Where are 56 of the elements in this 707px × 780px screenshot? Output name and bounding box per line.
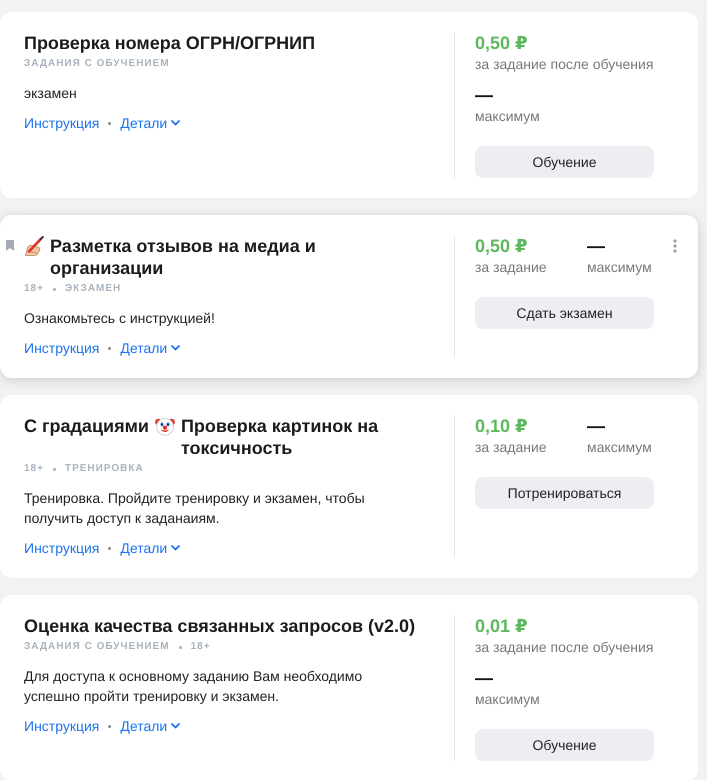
maximum-caption: максимум xyxy=(587,438,652,457)
task-tag: ЭКЗАМЕН xyxy=(64,282,122,296)
task-title: Оценка качества связанных запросов (v2.0) xyxy=(24,615,416,637)
price-value: 0,01 ₽ xyxy=(475,615,528,637)
separator-dot-icon xyxy=(178,646,182,648)
vertical-dots-icon xyxy=(673,239,677,253)
task-tag: 18+ xyxy=(24,282,44,296)
maximum-caption: максимум xyxy=(475,690,540,709)
separator-dot-icon xyxy=(108,724,112,728)
writing-hand-icon xyxy=(24,236,44,256)
maximum-value: — xyxy=(475,667,493,689)
price-caption: за задание после обучения xyxy=(475,638,654,657)
action-button[interactable]: Обучение xyxy=(475,146,654,178)
price-caption: за задание после обучения xyxy=(475,55,654,74)
action-button[interactable]: Обучение xyxy=(475,729,654,761)
maximum-value: — xyxy=(587,415,605,437)
price-caption: за задание xyxy=(475,438,547,457)
details-link[interactable]: Детали xyxy=(120,113,180,133)
task-description: Ознакомьтесь с инструкцией! xyxy=(24,309,216,328)
maximum-caption: максимум xyxy=(587,258,652,277)
bookmark-icon[interactable] xyxy=(6,240,14,251)
task-tag: 18+ xyxy=(190,640,211,654)
details-link[interactable]: Детали xyxy=(120,538,180,558)
task-tag: ЗАДАНИЯ С ОБУЧЕНИЕМ xyxy=(24,57,170,71)
instruction-link[interactable]: Инструкция xyxy=(24,538,100,558)
price-value: 0,10 ₽ xyxy=(475,415,528,437)
clown-face-icon xyxy=(154,416,175,436)
task-tag: 18+ xyxy=(24,462,44,476)
action-button[interactable]: Сдать экзамен xyxy=(475,297,654,329)
task-tag: ТРЕНИРОВКА xyxy=(64,462,144,476)
task-tag: ЗАДАНИЯ С ОБУЧЕНИЕМ xyxy=(24,640,170,654)
separator-dot-icon xyxy=(52,288,56,290)
task-description: Для доступа к основному заданию Вам необходимо успешно пройти тренировку и экзамен. xyxy=(24,667,364,706)
price-caption: за задание xyxy=(475,258,547,277)
task-title: Проверка номера ОГРН/ОГРНИП xyxy=(24,32,316,54)
task-description: экзамен xyxy=(24,84,78,103)
details-link[interactable]: Детали xyxy=(120,716,180,736)
instruction-link[interactable]: Инструкция xyxy=(24,338,100,358)
separator-dot-icon xyxy=(108,346,112,350)
action-button[interactable]: Потренироваться xyxy=(475,477,654,509)
maximum-value: — xyxy=(475,84,493,106)
more-menu-button[interactable] xyxy=(671,237,679,255)
price-value: 0,50 ₽ xyxy=(475,32,528,54)
price-value: 0,50 ₽ xyxy=(475,235,528,257)
task-title: С градациями xyxy=(24,415,149,437)
instruction-link[interactable]: Инструкция xyxy=(24,113,100,133)
task-title: Проверка картинок на токсичность xyxy=(180,415,380,459)
details-link[interactable]: Детали xyxy=(120,338,180,358)
instruction-link[interactable]: Инструкция xyxy=(24,716,100,736)
maximum-caption: максимум xyxy=(475,107,540,126)
separator-dot-icon xyxy=(52,468,56,470)
maximum-value: — xyxy=(587,235,605,257)
task-description: Тренировка. Пройдите тренировку и экзамен, чтобы получить доступ к заданаиям. xyxy=(24,489,366,528)
task-title: Разметка отзывов на медиа и организации xyxy=(50,235,317,279)
separator-dot-icon xyxy=(108,122,112,124)
separator-dot-icon xyxy=(108,546,112,550)
